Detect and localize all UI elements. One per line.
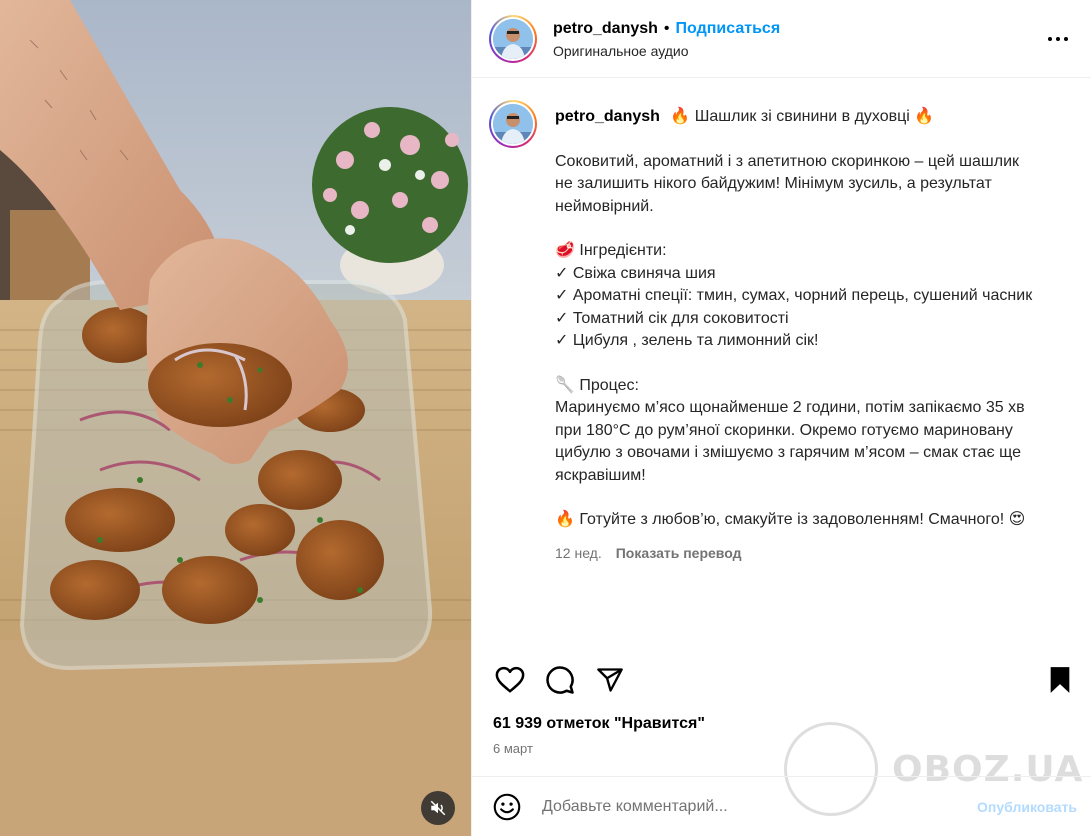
speaker-muted-icon	[430, 800, 446, 816]
post-date: 6 март	[493, 741, 533, 756]
header-username[interactable]: petro_danysh	[553, 19, 658, 39]
caption-username[interactable]: petro_danysh	[555, 108, 660, 125]
caption: petro_danysh 🔥 Шашлик зі свинини в духов…	[489, 100, 1077, 564]
publish-button[interactable]: Опубликовать	[977, 799, 1077, 815]
video-frame-image	[0, 0, 471, 836]
avatar-image	[493, 104, 533, 144]
audio-link[interactable]: Оригинальное аудио	[553, 43, 780, 59]
ingredients-heading: 🥩 Інгредієнти:	[555, 242, 667, 259]
post-video[interactable]	[0, 0, 471, 836]
caption-text: petro_danysh 🔥 Шашлик зі свинини в духов…	[555, 100, 1077, 564]
bookmark-icon[interactable]	[1042, 662, 1078, 698]
caption-ingredients: 🥩 Інгредієнти: ✓ Свіжа свиняча шия ✓ Аро…	[555, 240, 1077, 353]
paper-plane-icon[interactable]	[592, 662, 628, 698]
separator-dot: •	[663, 19, 670, 37]
post-age[interactable]: 12 нед.	[555, 542, 602, 565]
avatar[interactable]	[489, 14, 537, 63]
heart-icon[interactable]	[492, 662, 528, 698]
caption-process: 🥄 Процес: Маринуємо м’ясо щонайменше 2 г…	[555, 375, 1077, 488]
follow-button[interactable]: Подписаться	[676, 19, 781, 39]
more-options-icon[interactable]	[1043, 24, 1073, 54]
caption-meta: 12 нед. Показать перевод	[555, 542, 1077, 565]
caption-outro: 🔥 Готуйте з любов’ю, смакуйте із задовол…	[555, 511, 1026, 528]
process-heading: 🥄 Процес:	[555, 376, 639, 394]
comment-icon[interactable]	[542, 662, 578, 698]
post-header: petro_danysh • Подписаться Оригинальное …	[472, 0, 1091, 78]
list-item: ✓ Ароматні спеції: тмин, сумах, чорний п…	[555, 287, 1033, 304]
list-item: ✓ Цибуля , зелень та лимонний сік!	[555, 332, 819, 349]
caption-avatar[interactable]	[489, 100, 537, 148]
emoji-icon[interactable]	[492, 792, 522, 822]
post-details-panel: petro_danysh • Подписаться Оригинальное …	[471, 0, 1091, 836]
caption-title: 🔥 Шашлик зі свинини в духовці 🔥	[670, 108, 935, 125]
likes-count[interactable]: 61 939 отметок "Нравится"	[493, 715, 705, 733]
show-translation-button[interactable]: Показать перевод	[616, 542, 742, 565]
comment-bar: Опубликовать	[472, 776, 1091, 836]
mute-button[interactable]	[421, 791, 455, 825]
instagram-post: petro_danysh • Подписаться Оригинальное …	[0, 0, 1091, 836]
comment-input[interactable]	[542, 797, 922, 816]
list-item: ✓ Свіжа свиняча шия	[555, 264, 716, 282]
caption-intro: Соковитий, ароматний і з апетитною скори…	[555, 152, 1019, 215]
avatar-image	[493, 18, 533, 59]
list-item: ✓ Томатний сік для соковитості	[555, 309, 789, 327]
action-bar	[492, 660, 1078, 700]
